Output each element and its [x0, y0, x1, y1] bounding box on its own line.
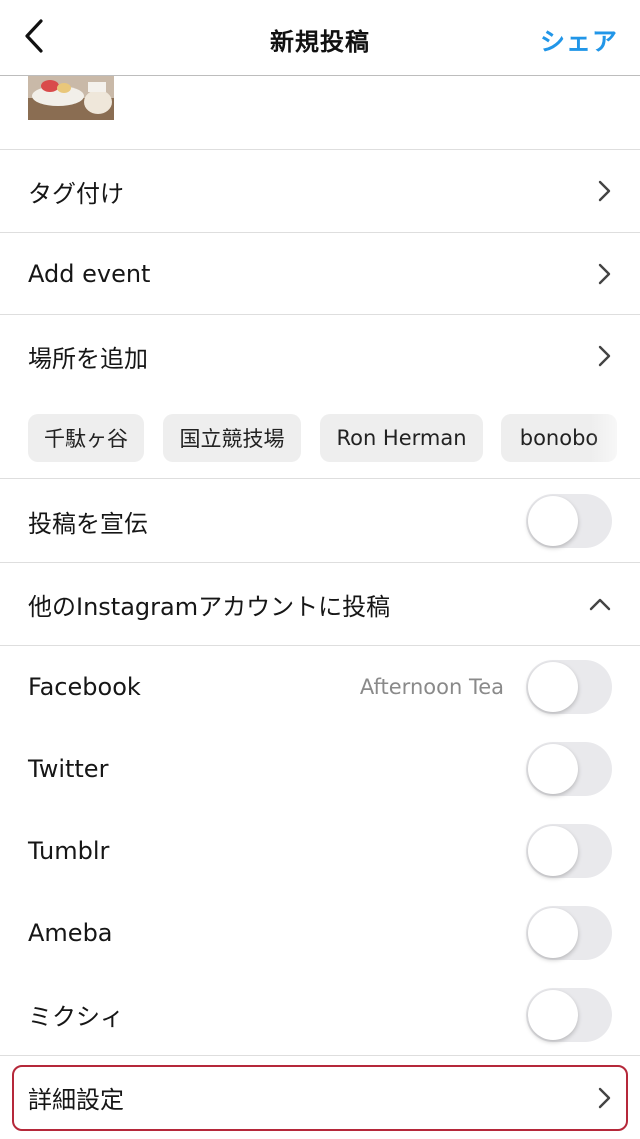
account-name: Facebook: [28, 673, 141, 701]
promote-post-label: 投稿を宣伝: [28, 509, 148, 538]
location-suggestions: 千駄ヶ谷 国立競技場 Ron Herman bonobo: [0, 397, 640, 479]
tumblr-toggle[interactable]: [526, 824, 612, 878]
highlight-box: [12, 1065, 628, 1131]
account-name: Ameba: [28, 919, 113, 947]
mixi-toggle[interactable]: [526, 987, 612, 1042]
twitter-toggle[interactable]: [526, 742, 612, 796]
scroll-fade: [590, 397, 640, 478]
chevron-right-icon: [598, 180, 611, 202]
share-button[interactable]: シェア: [540, 22, 618, 58]
tag-people-label: タグ付け: [28, 179, 124, 208]
post-thumbnail[interactable]: [28, 76, 114, 120]
twitter-row: Twitter: [0, 728, 640, 810]
toggle-knob: [528, 908, 578, 958]
location-chip[interactable]: Ron Herman: [320, 414, 483, 462]
location-chip[interactable]: 千駄ヶ谷: [28, 414, 144, 462]
post-preview-area: [0, 76, 640, 150]
other-accounts-section-header[interactable]: 他のInstagramアカウントに投稿: [0, 563, 640, 646]
account-name: Tumblr: [28, 837, 110, 865]
tag-people-row[interactable]: タグ付け: [0, 150, 640, 233]
toggle-knob: [528, 826, 578, 876]
add-event-row[interactable]: Add event: [0, 233, 640, 315]
toggle-knob: [528, 662, 578, 712]
location-chip[interactable]: 国立競技場: [163, 414, 301, 462]
add-location-row[interactable]: 場所を追加: [0, 315, 640, 397]
toggle-knob: [528, 496, 578, 546]
toggle-knob: [528, 744, 578, 794]
other-accounts-label: 他のInstagramアカウントに投稿: [28, 592, 391, 621]
tumblr-row: Tumblr: [0, 810, 640, 892]
ameba-row: Ameba: [0, 892, 640, 974]
facebook-row: Facebook Afternoon Tea: [0, 646, 640, 728]
chevron-right-icon: [598, 263, 611, 284]
ameba-toggle[interactable]: [526, 906, 612, 960]
facebook-toggle[interactable]: [526, 660, 612, 714]
account-name: Twitter: [28, 755, 109, 783]
promote-post-row: 投稿を宣伝: [0, 480, 640, 563]
chevron-up-icon: [589, 598, 611, 611]
mixi-row: ミクシィ: [0, 974, 640, 1056]
add-event-label: Add event: [28, 259, 151, 288]
toggle-knob: [528, 989, 578, 1040]
add-location-label: 場所を追加: [28, 344, 148, 373]
chevron-right-icon: [598, 345, 611, 367]
promote-toggle[interactable]: [526, 494, 612, 548]
account-name: ミクシィ: [28, 1003, 124, 1031]
facebook-page-name: Afternoon Tea: [359, 675, 504, 699]
navigation-header: 新規投稿 シェア: [0, 0, 640, 76]
